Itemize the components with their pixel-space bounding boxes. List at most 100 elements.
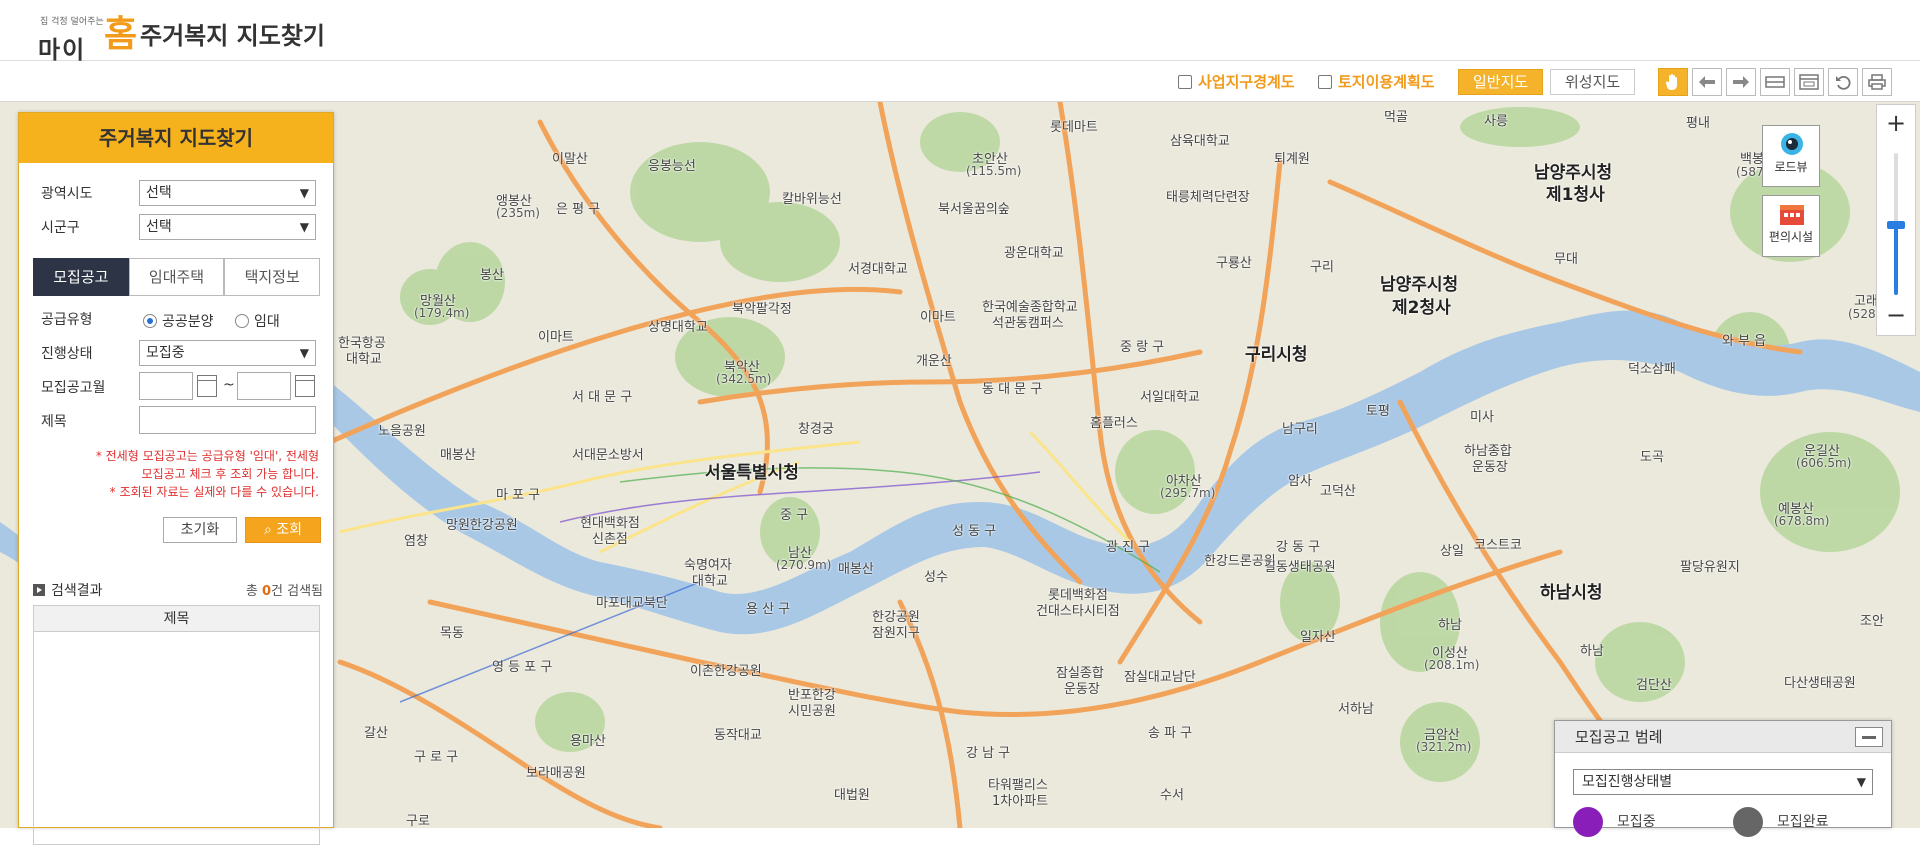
map-place-label: 도곡 [1640,450,1664,465]
map-place-label: 이마트 [920,310,956,325]
layer-land-use-toggle[interactable]: 토지이용계획도 [1318,71,1435,92]
completed-marker-icon [1733,807,1763,837]
map-place-label: 남구리 [1282,422,1318,437]
map-place-label: 시민공원 [788,704,836,719]
chevron-down-icon: ▼ [299,186,309,200]
map-place-label: 개운산 [916,354,952,369]
results-header: 검색결과 총 0건 검색됨 [33,580,323,602]
search-panel: 주거복지 지도찾기 광역시도 선택 ▼ 시군구 선택 ▼ 모집공고 임대주택 택… [18,112,334,845]
roadview-camera-icon [1781,133,1803,155]
tab-recruitment[interactable]: 모집공고 [33,258,129,296]
district-select[interactable]: 선택 ▼ [139,214,316,240]
next-view-arrow-icon[interactable] [1726,68,1756,96]
map-place-label: 서하남 [1338,702,1374,717]
map-place-label: 서일대학교 [1140,390,1200,405]
layer-business-district-toggle[interactable]: 사업지구경계도 [1178,71,1295,92]
map-place-label: 제1청사 [1546,185,1605,205]
map-place-label: 대학교 [692,574,728,589]
supply-rental-option[interactable]: 임대 [235,311,280,331]
measure-area-icon[interactable] [1794,68,1824,96]
tab-land-info[interactable]: 택지정보 [224,258,321,296]
notice-line-3: * 조회된 자료는 실제와 다를 수 있습니다. [109,485,319,499]
map-place-label: 은 평 구 [556,202,601,217]
map-place-label: (606.5m) [1796,456,1852,470]
map-place-label: 일자산 [1300,630,1336,645]
reset-button[interactable]: 초기화 [163,517,237,543]
status-label: 진행상태 [41,346,93,362]
calendar-icon[interactable] [295,375,315,397]
map-place-label: 고덕산 [1320,484,1356,499]
map-place-label: 석관동캠퍼스 [992,316,1064,331]
map-place-label: 망원한강공원 [446,518,518,533]
map-place-label: 구룡산 [1216,256,1252,271]
map-place-label: 삼육대학교 [1170,134,1230,149]
legend-type-select[interactable]: 모집진행상태별 ▼ [1573,769,1873,795]
satellite-map-button[interactable]: 위성지도 [1550,69,1636,95]
zoom-control: + − [1876,104,1916,336]
month-start-input[interactable] [139,372,193,400]
map-place-label: 구로 [406,814,430,828]
panel-title: 주거복지 지도찾기 [19,113,333,163]
supply-public-sale-option[interactable]: 공공분양 [143,311,214,331]
map-place-label: 태릉체력단련장 [1166,190,1250,205]
map-place-label: 수서 [1160,788,1184,803]
map-place-label: (295.7m) [1160,486,1216,500]
legend-item-completed: 모집완료 [1733,807,1829,837]
map-place-label: 매봉산 [440,448,476,463]
logo-main: 마이 [38,36,87,64]
map-place-label: 암사 [1288,474,1312,489]
zoom-slider-handle[interactable] [1887,221,1905,229]
calendar-icon[interactable] [197,375,217,397]
radio[interactable] [235,314,249,328]
map-place-label: 보라매공원 [526,766,586,781]
search-button[interactable]: ⌕ 조회 [245,517,321,543]
map-place-label: 하남 [1580,644,1604,659]
checkbox[interactable] [1178,74,1192,89]
tab-rental-housing[interactable]: 임대주택 [128,258,225,296]
legend-collapse-button[interactable] [1855,727,1883,747]
subject-input[interactable] [139,406,316,434]
checkbox[interactable] [1318,74,1332,89]
expand-arrow-icon[interactable] [33,584,45,596]
logo-tagline: 집 걱정 덜어주는 [40,17,104,27]
pan-hand-icon[interactable] [1658,68,1688,96]
reset-undo-icon[interactable] [1828,68,1858,96]
myhome-logo[interactable]: 집 걱정 덜어주는 마이 홈 [38,10,137,64]
map-place-label: 동작대교 [714,728,762,743]
facility-button[interactable]: 편의시설 [1762,195,1820,257]
print-icon[interactable] [1862,68,1892,96]
map-place-label: 봉산 [480,268,504,283]
map-place-label: 토평 [1366,404,1390,419]
chevron-down-icon: ▼ [299,220,309,234]
map-place-label: 이마트 [538,330,574,345]
prev-view-arrow-icon[interactable] [1692,68,1722,96]
chevron-down-icon: ▼ [299,346,309,360]
map-place-label: (235m) [496,206,540,220]
map-place-label: 서대문소방서 [572,448,644,463]
region-label: 광역시도 [41,186,93,202]
results-table: 제목 [33,605,320,845]
normal-map-button[interactable]: 일반지도 [1458,69,1544,95]
map-place-label: 성 동 구 [952,524,997,539]
legend-header: 모집공고 범례 [1555,721,1891,753]
radio-selected[interactable] [143,314,157,328]
map-place-label: 무대 [1554,252,1578,267]
zoom-in-button[interactable]: + [1877,109,1915,139]
map-place-label: 퇴계원 [1274,152,1310,167]
measure-distance-icon[interactable] [1760,68,1790,96]
roadview-button[interactable]: 로드뷰 [1762,125,1820,187]
map-place-label: 먹골 [1384,110,1408,125]
chevron-down-icon: ▼ [1856,775,1866,789]
map-place-label: 이말산 [552,152,588,167]
map-place-label: 하남시청 [1540,583,1603,603]
zoom-out-button[interactable]: − [1877,301,1915,331]
map-place-label: 중 구 [780,508,809,523]
map-place-label: 대법원 [834,788,870,803]
map-place-label: 서울특별시청 [705,463,799,483]
map-place-label: 구리 [1310,260,1334,275]
map-place-label: (270.9m) [776,558,832,572]
map-place-label: 구리시청 [1245,345,1308,365]
month-end-input[interactable] [237,372,291,400]
region-select[interactable]: 선택 ▼ [139,180,316,206]
status-select[interactable]: 모집중 ▼ [139,340,316,366]
